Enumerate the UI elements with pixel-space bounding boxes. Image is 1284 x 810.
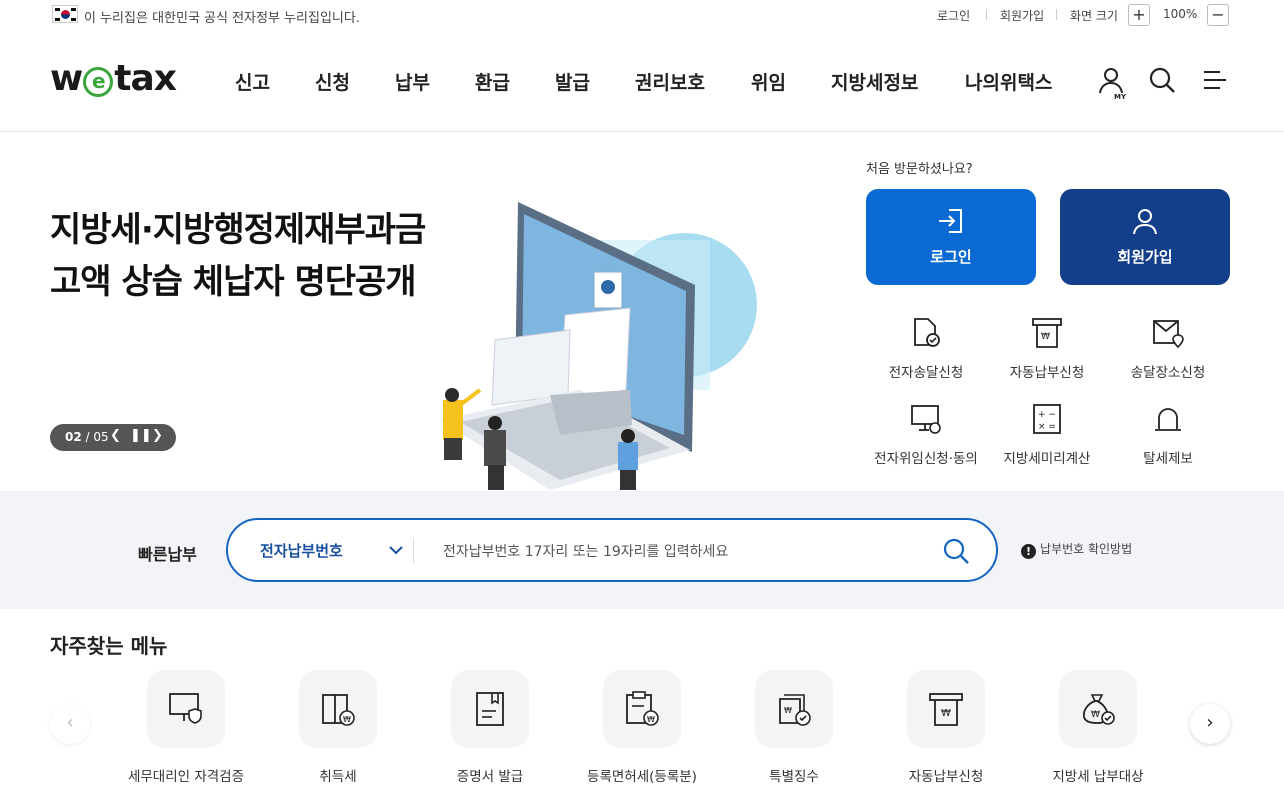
quick-tax-calculator[interactable]: + − × = 지방세미리계산 [985,402,1109,467]
first-visit-text: 처음 방문하셨나요? [866,162,973,177]
svg-text:₩: ₩ [343,715,351,724]
my-page-icon[interactable]: MY [1097,66,1127,101]
gnb-item-apply[interactable]: 신청 [315,68,350,95]
quick-delivery-place[interactable]: 송달장소신청 [1106,316,1230,381]
login-button-label: 로그인 [930,248,972,266]
svg-text:₩: ₩ [1091,710,1100,720]
site-header: w e tax 신고 신청 납부 환급 발급 권리보호 위임 지방세정보 나의위택스… [0,30,1284,132]
next-slide-icon[interactable]: ❯ [152,428,163,443]
chevron-down-icon[interactable] [388,543,404,557]
pay-search-icon[interactable] [942,537,970,565]
gnb-item-tax-info[interactable]: 지방세정보 [831,68,918,95]
join-button-label: 회원가입 [1117,248,1173,266]
menu-icon[interactable] [1200,66,1230,96]
hero-illustration [400,190,770,490]
slide-counter: 02 / 05 [65,430,109,444]
gnb-item-issue[interactable]: 발급 [555,68,590,95]
svg-text:+ −: + − [1038,410,1056,420]
document-check-icon: ₩ [779,694,811,726]
gnb-item-delegation[interactable]: 위임 [751,68,786,95]
gnb-item-refund[interactable]: 환급 [475,68,510,95]
fav-item-acquisition-tax[interactable]: ₩ 취득세 [262,670,414,785]
prev-slide-icon[interactable]: ❮ [110,428,121,443]
wetax-logo[interactable]: w e tax [50,58,177,99]
quick-auto-pay[interactable]: ₩ 자동납부신청 [985,316,1109,381]
clipboard-tax-icon: ₩ [626,691,659,726]
calculator-icon: + − × = [1033,404,1061,434]
info-icon: ! [1021,544,1036,559]
gnb-item-rights[interactable]: 권리보호 [635,68,705,95]
zoom-value: 100% [1163,7,1198,21]
svg-text:₩: ₩ [784,706,792,715]
util-join-link[interactable]: 회원가입 [1000,7,1044,24]
quick-tax-evasion-report[interactable]: 탈세제보 [1106,402,1230,467]
korea-flag-icon [52,5,78,23]
fav-item-agent-verify[interactable]: 세무대리인 자격검증 [110,670,262,785]
pay-type-select[interactable]: 전자납부번호 [260,540,343,561]
quick-e-delegation[interactable]: 전자위임신청·동의 [864,402,988,467]
quick-pay-title: 빠른납부 [138,545,197,564]
zoom-in-button[interactable]: + [1128,4,1150,26]
receipt-icon: ₩ [929,693,963,726]
zoom-label: 화면 크기 [1070,9,1118,23]
quick-e-delivery[interactable]: 전자송달신청 [864,316,988,381]
fav-item-auto-pay[interactable]: ₩ 자동납부신청 [870,670,1022,785]
user-icon [1133,209,1157,235]
alarm-bell-icon [1155,408,1181,431]
join-button[interactable]: 회원가입 [1060,189,1230,285]
mail-location-icon [1153,320,1184,349]
favorites-prev-button[interactable]: ‹ [50,704,90,744]
gnb-item-report[interactable]: 신고 [235,68,270,95]
svg-text:× =: × = [1038,422,1056,432]
fav-item-special-collection[interactable]: ₩ 특별징수 [718,670,870,785]
quick-pay-section: 빠른납부 전자납부번호 전자납부번호 17자리 또는 19자리를 입력하세요 !… [0,491,1284,609]
gnb-item-pay[interactable]: 납부 [395,68,430,95]
favorites-title: 자주찾는 메뉴 [50,634,168,658]
svg-text:MY: MY [1114,93,1127,100]
gov-banner: 이 누리집은 대한민국 공식 전자정부 누리집입니다. 로그인 회원가입 화면 … [0,0,1284,30]
pay-number-input[interactable]: 전자납부번호 17자리 또는 19자리를 입력하세요 [443,541,728,561]
hero-title[interactable]: 지방세·지방행정제재부과금 고액 상습 체납자 명단공개 [50,204,426,308]
fav-item-registration-tax[interactable]: ₩ 등록면허세(등록분) [566,670,718,785]
monitor-lock-icon [911,405,941,434]
pause-icon[interactable]: ❚❚ [130,428,152,443]
quick-pay-box: 전자납부번호 전자납부번호 17자리 또는 19자리를 입력하세요 [226,518,998,582]
receipt-icon: ₩ [1032,318,1062,348]
monitor-shield-icon [169,693,202,724]
svg-text:₩: ₩ [647,715,655,724]
login-icon [939,209,962,233]
slide-controls: 02 / 05 ❮ ❚❚ ❯ [50,424,176,451]
fav-item-taxpayable[interactable]: ₩ 지방세 납부대상 [1022,670,1174,785]
money-bag-icon: ₩ [1082,694,1115,725]
svg-text:₩: ₩ [941,708,951,719]
search-icon[interactable] [1148,66,1178,96]
house-tax-icon: ₩ [322,694,355,726]
certificate-icon [476,692,504,726]
document-check-icon [914,318,940,347]
util-login-link[interactable]: 로그인 [937,7,970,24]
svg-text:₩: ₩ [1041,332,1050,342]
pay-number-help-link[interactable]: ! 납부번호 확인방법 [1021,540,1132,559]
gnb-item-my-wetax[interactable]: 나의위택스 [965,68,1052,95]
favorites-next-button[interactable]: › [1190,704,1230,744]
fav-item-certificate[interactable]: 증명서 발급 [414,670,566,785]
login-button[interactable]: 로그인 [866,189,1036,285]
gov-banner-text: 이 누리집은 대한민국 공식 전자정부 누리집입니다. [84,11,360,26]
zoom-out-button[interactable]: − [1207,4,1229,26]
